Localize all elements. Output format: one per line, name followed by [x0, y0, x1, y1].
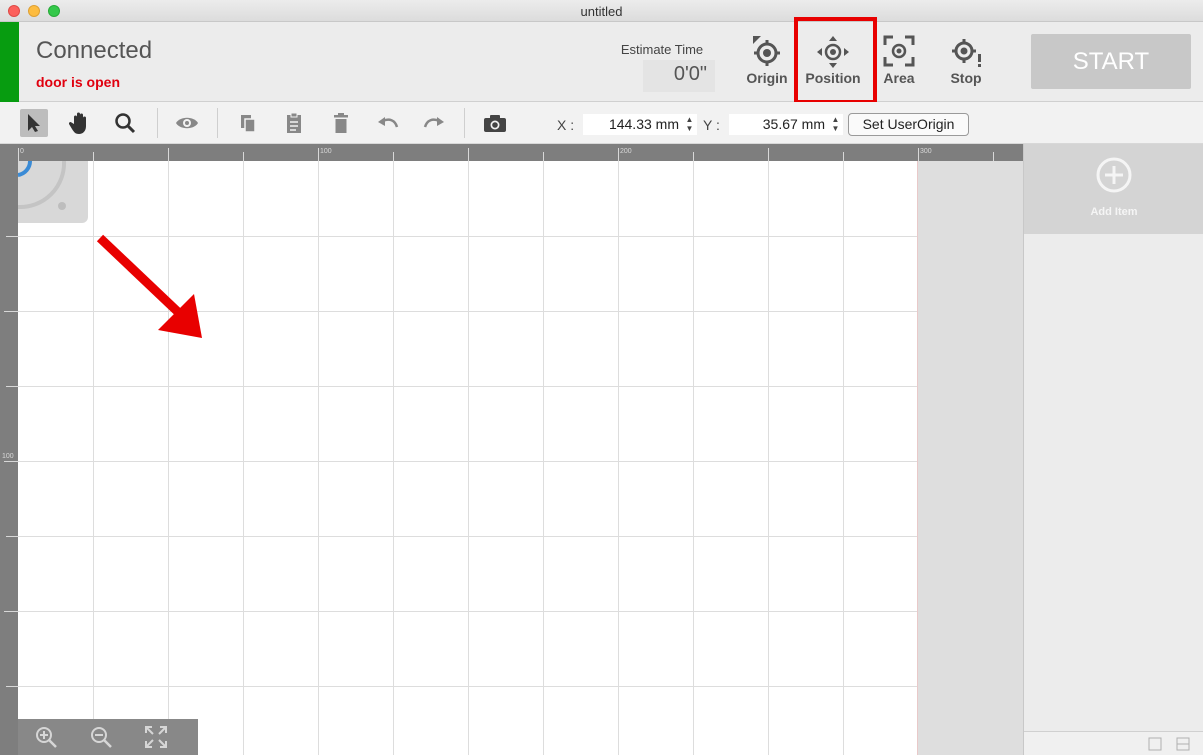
eye-icon	[176, 117, 198, 129]
top-ruler-label: 0	[20, 148, 24, 155]
stop-label: Stop	[950, 70, 982, 86]
title-bar: untitled	[0, 0, 1203, 22]
origin-button[interactable]: Origin	[737, 32, 797, 94]
hand-icon	[69, 112, 86, 134]
stop-icon	[952, 39, 981, 67]
app-window: untitled Connected door is open Estimate…	[0, 0, 1203, 755]
window-title: untitled	[580, 4, 623, 19]
set-user-origin-button[interactable]: Set UserOrigin	[848, 113, 969, 136]
zoom-controls	[18, 719, 198, 755]
red-arrow-annotation	[96, 234, 202, 338]
estimate-time-label: Estimate Time	[620, 42, 704, 57]
zoom-out-icon	[90, 727, 112, 748]
zoom-icon	[115, 113, 136, 134]
zoom-in-icon	[35, 727, 57, 748]
canvas-area: 0 100 200 300 100	[0, 144, 1023, 755]
top-ruler-label: 200	[620, 148, 632, 155]
stop-button[interactable]: Stop	[936, 32, 996, 94]
left-ruler: 100	[0, 144, 18, 755]
origin-icon	[753, 36, 780, 66]
undo-button[interactable]	[374, 109, 402, 137]
toolbar-divider	[464, 108, 465, 138]
machine-header: Connected door is open Estimate Time 0'0…	[0, 17, 1203, 104]
x-stepper-icon[interactable]: ▲ ▼	[685, 115, 694, 133]
y-stepper-icon[interactable]: ▲ ▼	[831, 115, 840, 133]
panel-footer	[1024, 731, 1203, 755]
door-status: door is open	[36, 74, 120, 90]
trash-icon	[334, 113, 348, 133]
zoom-tool-button[interactable]	[111, 109, 139, 137]
select-arrow-icon	[28, 114, 40, 132]
object-panel: Add Item	[1023, 144, 1203, 755]
position-label: Position	[805, 70, 861, 86]
connection-status-indicator	[0, 22, 19, 102]
left-ruler-label: 100	[2, 453, 14, 460]
top-ruler-label: 100	[320, 148, 332, 155]
single-view-icon[interactable]	[1148, 737, 1162, 751]
pan-tool-button[interactable]	[66, 109, 94, 137]
x-coordinate-value: 144.33 mm	[608, 116, 679, 132]
left-ruler-ticks: 100	[2, 236, 18, 687]
camera-button[interactable]	[481, 109, 509, 137]
origin-label: Origin	[746, 70, 788, 86]
copy-icon	[241, 115, 256, 133]
camera-icon	[484, 115, 506, 132]
estimate-time-value: 0'0"	[643, 60, 715, 92]
preview-button[interactable]	[173, 109, 201, 137]
toolbar-divider	[157, 108, 158, 138]
connection-status: Connected	[36, 37, 153, 64]
fit-to-screen-button[interactable]	[128, 725, 183, 749]
toolbar-divider	[217, 108, 218, 138]
zoom-out-button[interactable]	[73, 725, 128, 749]
add-item-label: Add Item	[1090, 206, 1138, 218]
top-ruler: 0 100 200 300	[0, 144, 1023, 161]
delete-button[interactable]	[327, 109, 355, 137]
add-item-button[interactable]: Add Item	[1024, 144, 1203, 234]
copy-button[interactable]	[234, 109, 262, 137]
area-button[interactable]: Area	[869, 32, 929, 94]
position-button[interactable]: Position	[803, 32, 863, 94]
top-ruler-ticks: 0 100 200 300	[18, 148, 994, 161]
add-circle-icon	[1096, 157, 1132, 193]
top-ruler-label: 300	[920, 148, 932, 155]
out-of-bounds-area	[918, 161, 1023, 755]
zoom-in-button[interactable]	[18, 725, 73, 749]
paste-button[interactable]	[280, 109, 308, 137]
y-coordinate-input[interactable]: 35.67 mm ▲ ▼	[729, 114, 843, 135]
undo-icon	[378, 117, 399, 128]
y-coordinate-value: 35.67 mm	[762, 116, 825, 132]
area-icon	[883, 35, 915, 67]
y-coordinate-label: Y :	[703, 117, 720, 133]
paste-icon	[287, 112, 301, 133]
position-icon	[817, 36, 849, 68]
redo-icon	[423, 117, 444, 128]
x-coordinate-label: X :	[557, 117, 575, 133]
select-tool-button[interactable]	[20, 109, 48, 137]
start-button[interactable]: START	[1031, 34, 1191, 89]
split-view-icon[interactable]	[1176, 737, 1190, 751]
x-coordinate-input[interactable]: 144.33 mm ▲ ▼	[583, 114, 697, 135]
edit-toolbar: X : 144.33 mm ▲ ▼ Y : 35.67 mm ▲ ▼ Set Use…	[0, 102, 1203, 144]
redo-button[interactable]	[420, 109, 448, 137]
expand-icon	[144, 726, 167, 748]
area-label: Area	[883, 70, 915, 86]
origin-marker-icon	[17, 160, 88, 223]
